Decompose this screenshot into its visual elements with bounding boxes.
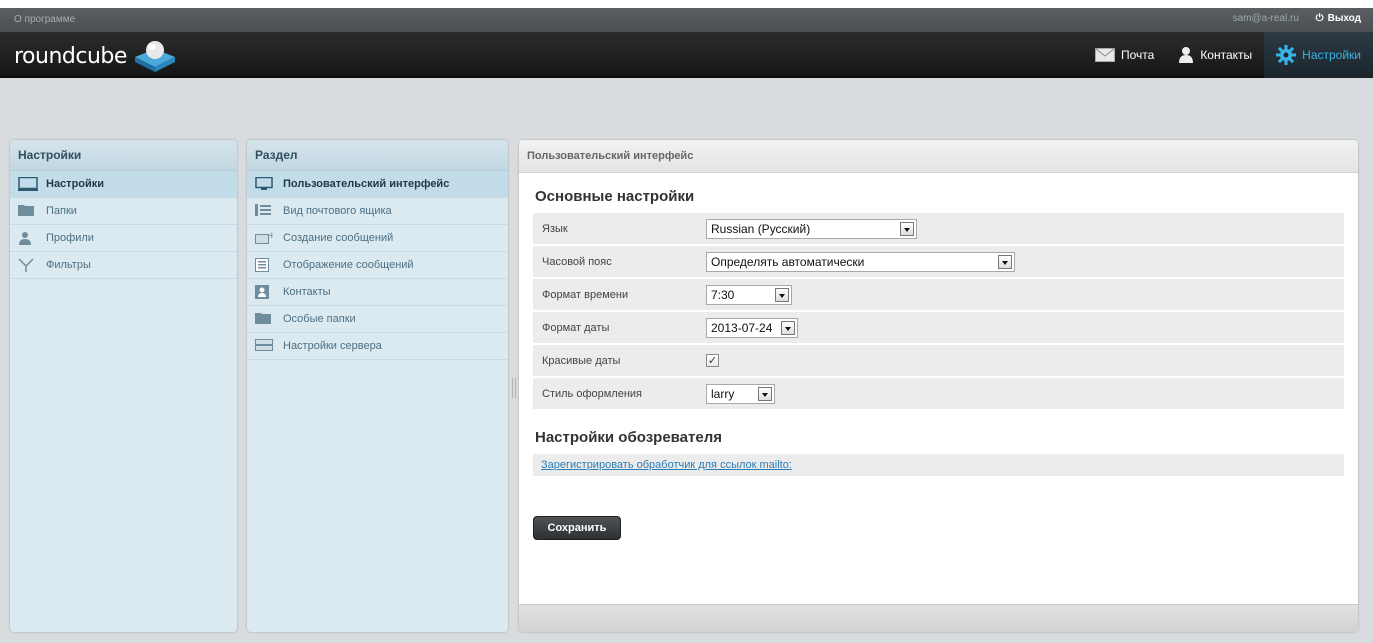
logo-text: roundcube [14,43,127,69]
nav-contacts[interactable]: Контакты [1166,32,1264,78]
settings-item-label: Настройки [46,178,105,190]
server-icon [255,339,275,353]
skin-label: Стиль оформления [542,387,643,400]
settings-item-label: Папки [46,205,77,217]
time-format-label: Формат времени [542,288,629,301]
nav-settings-label: Настройки [1302,48,1361,62]
nav-contacts-label: Контакты [1200,48,1253,62]
folder-icon [255,312,275,326]
section-item-ui[interactable]: Пользовательский интерфейс [247,171,508,198]
settings-item-filters[interactable]: Фильтры [10,252,237,279]
compose-icon: + [255,231,276,245]
top-strip: О программе sam@a-real.ru ⏻ Выход [0,0,1373,32]
section-panel-title: Раздел [247,140,508,171]
pretty-dates-row: Красивые даты ✓ [533,345,1344,378]
section-item-label: Создание сообщений [283,232,394,244]
date-format-label: Формат даты [542,321,610,334]
timezone-row: Часовой пояс Определять автоматически [533,246,1344,279]
settings-panel: Настройки Настройки Папки Профили Фильтр… [10,140,237,632]
pretty-dates-label: Красивые даты [542,354,621,367]
section-item-message-view[interactable]: Отображение сообщений [247,252,508,279]
section-item-label: Вид почтового ящика [283,205,392,217]
settings-item-preferences[interactable]: Настройки [10,171,237,198]
list-icon [255,204,275,218]
header: roundcube Почта Контакты Настройки [0,32,1373,78]
contacts-icon [1179,47,1194,63]
settings-item-label: Профили [46,232,94,244]
time-format-row: Формат времени 7:30 [533,279,1344,312]
timezone-value: Определять автоматически [711,254,865,269]
main-nav: Почта Контакты Настройки [1083,32,1373,78]
section-item-mailbox-view[interactable]: Вид почтового ящика [247,198,508,225]
date-format-value: 2013-07-24 [711,320,773,335]
section-item-special-folders[interactable]: Особые папки [247,306,508,333]
browser-settings-heading: Настройки обозревателя [535,429,722,446]
top-right: sam@a-real.ru ⏻ Выход [1233,13,1361,24]
gear-icon [1276,45,1297,65]
mailto-row: Зарегистрировать обработчик для ссылок m… [533,454,1344,476]
language-row: Язык Russian (Русский) [533,213,1344,246]
folder-icon [18,204,38,218]
logout-label: Выход [1327,13,1361,24]
mail-icon [1094,48,1115,62]
section-item-label: Пользовательский интерфейс [283,178,450,190]
roundcube-logo-icon [134,41,175,72]
power-icon: ⏻ [1315,13,1324,24]
filter-icon [18,258,38,272]
message-view-icon [255,258,275,272]
timezone-label: Часовой пояс [542,255,612,268]
username: sam@a-real.ru [1232,13,1299,24]
settings-item-folders[interactable]: Папки [10,198,237,225]
content-panel: Пользовательский интерфейс Основные наст… [519,140,1358,632]
chevron-down-icon [758,386,772,401]
time-format-value: 7:30 [711,287,735,302]
time-format-select[interactable]: 7:30 [706,284,792,305]
chevron-down-icon [900,221,914,236]
content-title: Пользовательский интерфейс [519,140,1358,173]
main-settings-heading: Основные настройки [535,188,695,205]
logout-button[interactable]: ⏻ Выход [1316,13,1361,24]
date-format-row: Формат даты 2013-07-24 [533,312,1344,345]
skin-row: Стиль оформления larry [533,378,1344,411]
mailto-handler-link[interactable]: Зарегистрировать обработчик для ссылок m… [541,459,792,471]
section-item-server[interactable]: Настройки сервера [247,333,508,360]
save-button[interactable]: Сохранить [533,516,621,540]
svg-text:+: + [268,231,273,241]
logo[interactable]: roundcube [14,38,177,74]
addressbook-icon [255,285,275,299]
chevron-down-icon [998,254,1012,269]
content-footer [519,604,1358,632]
date-format-select[interactable]: 2013-07-24 [706,317,798,338]
nav-mail-label: Почта [1120,48,1155,62]
language-label: Язык [542,222,568,235]
section-item-label: Настройки сервера [283,340,382,352]
section-panel: Раздел Пользовательский интерфейс Вид по… [247,140,508,632]
pretty-dates-checkbox[interactable]: ✓ [706,354,719,367]
identity-icon [18,231,38,245]
nav-settings[interactable]: Настройки [1264,32,1373,78]
chevron-down-icon [775,287,789,302]
monitor-icon [255,176,275,191]
section-item-label: Контакты [283,286,331,298]
monitor-icon [18,176,38,191]
panel-splitter[interactable] [512,378,516,398]
settings-panel-title: Настройки [10,140,237,171]
section-item-label: Особые папки [283,313,356,325]
settings-item-identities[interactable]: Профили [10,225,237,252]
about-link[interactable]: О программе [14,14,75,25]
chevron-down-icon [781,320,795,335]
skin-select[interactable]: larry [706,383,775,404]
section-item-label: Отображение сообщений [283,259,414,271]
timezone-select[interactable]: Определять автоматически [706,251,1015,272]
section-item-compose[interactable]: + Создание сообщений [247,225,508,252]
main-settings-table: Язык Russian (Русский) Часовой пояс Опре… [533,213,1344,411]
skin-value: larry [711,386,735,401]
nav-mail[interactable]: Почта [1083,32,1166,78]
language-select[interactable]: Russian (Русский) [706,218,917,239]
section-item-addressbook[interactable]: Контакты [247,279,508,306]
settings-item-label: Фильтры [46,259,91,271]
language-value: Russian (Русский) [711,221,811,236]
